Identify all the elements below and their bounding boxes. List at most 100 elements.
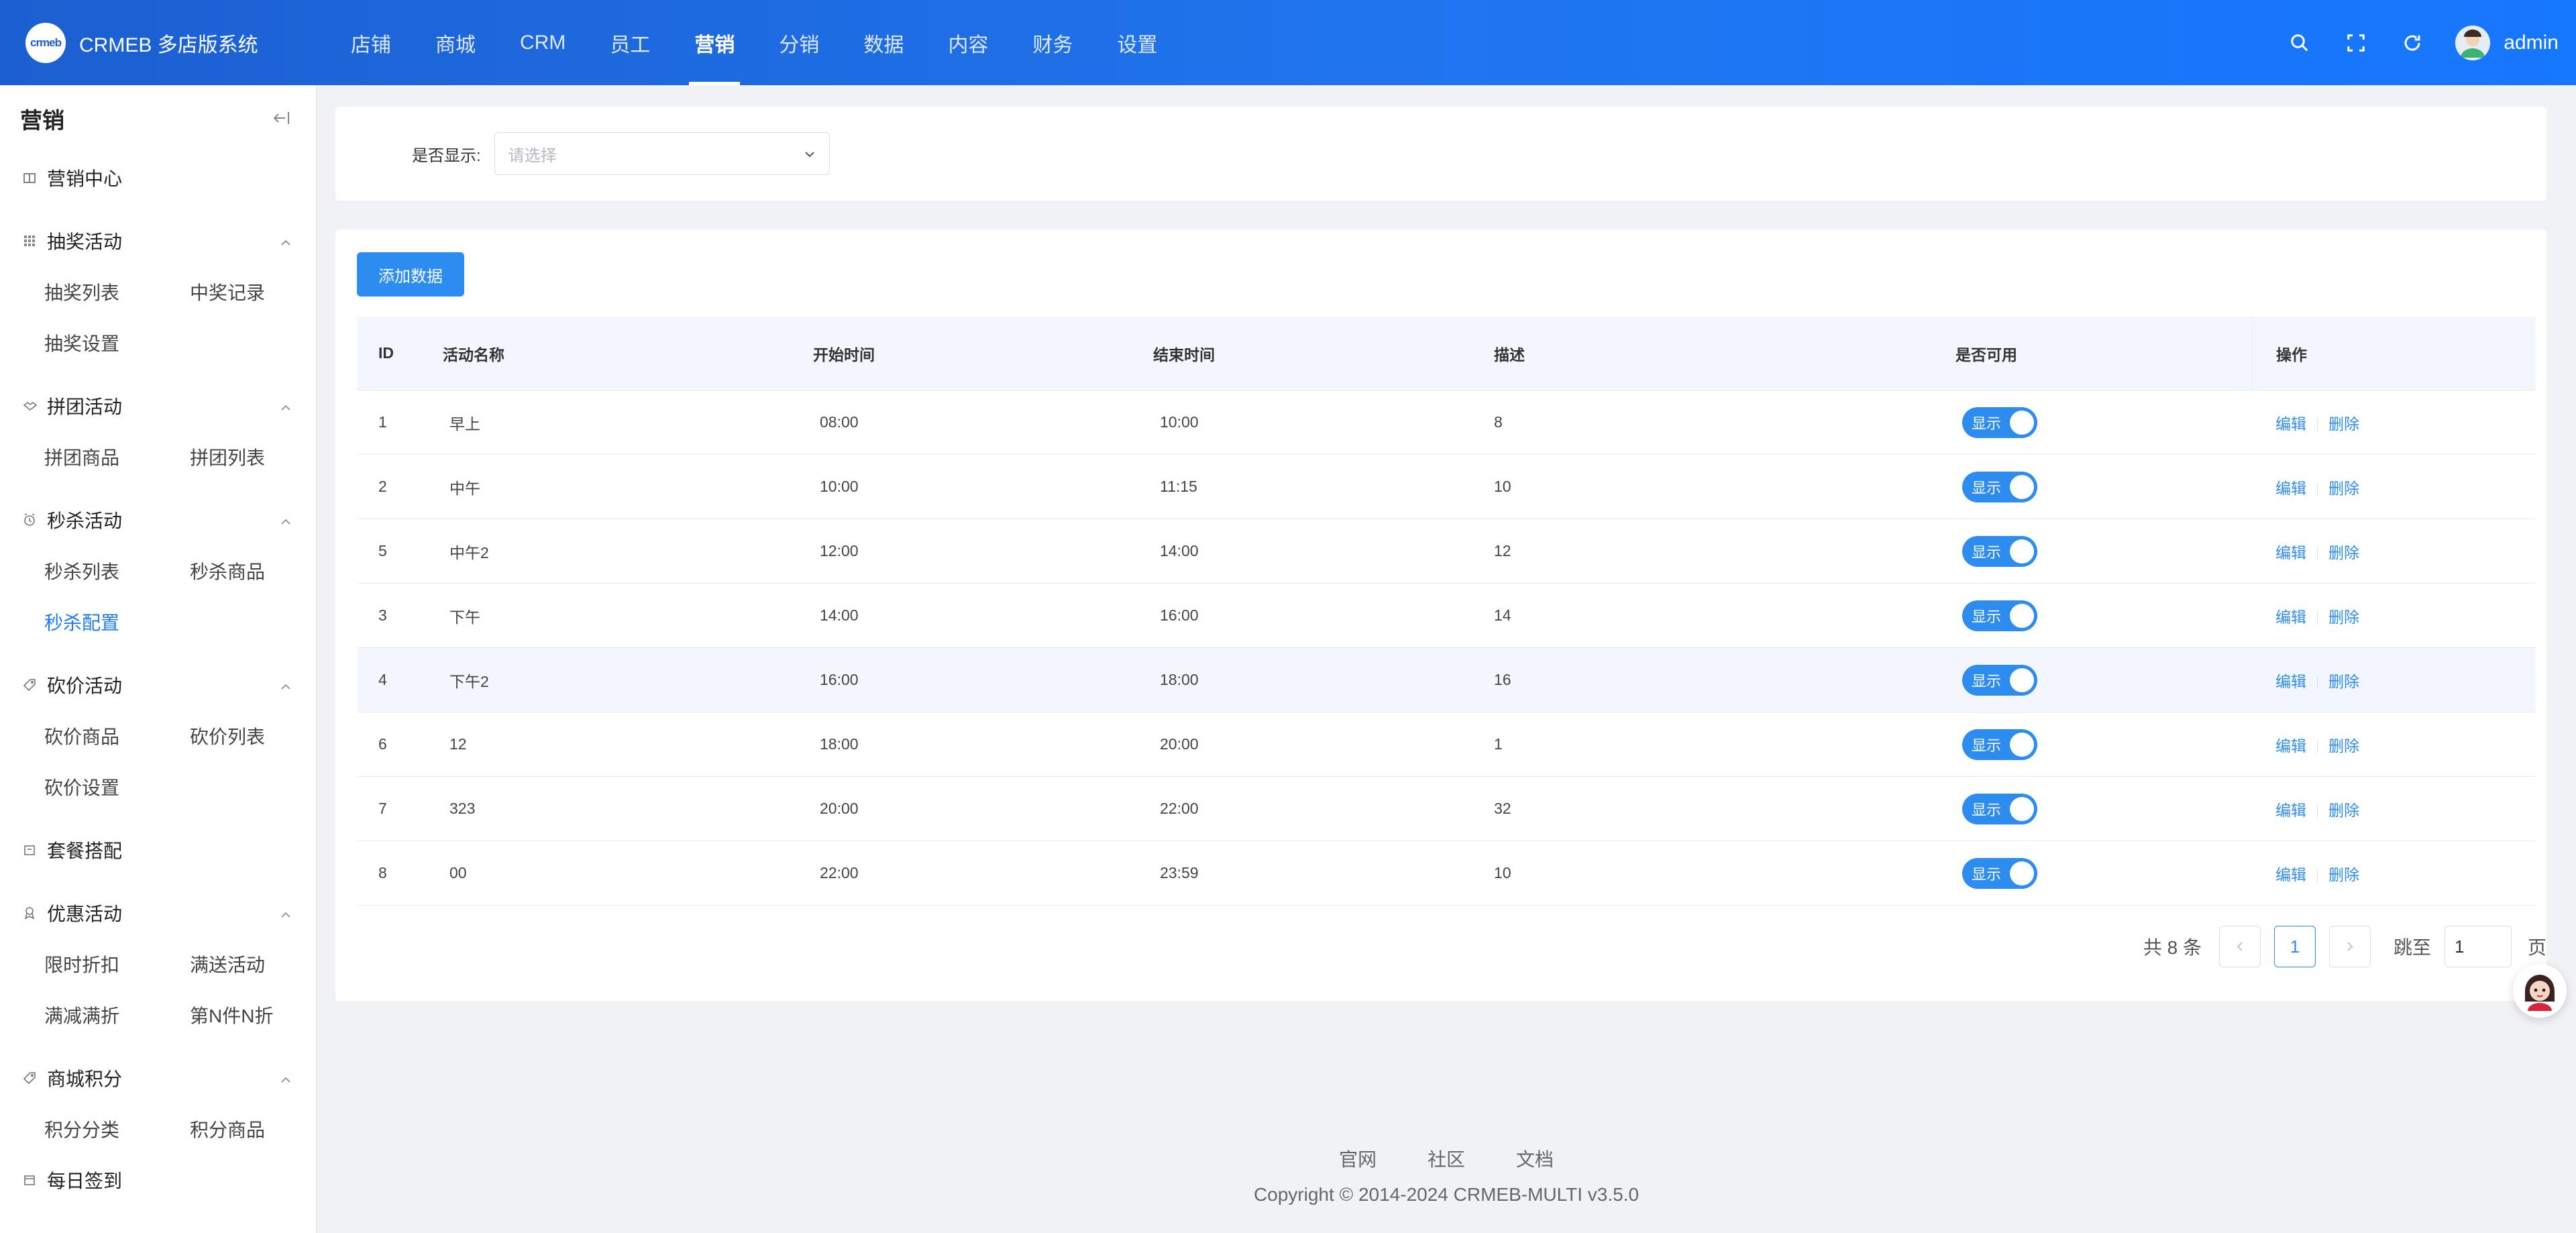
sidebar-item-limited-discount[interactable]: 限时折扣: [44, 939, 190, 989]
sidebar-group-discount[interactable]: 优惠活动: [0, 888, 316, 939]
delete-link[interactable]: 删除: [2328, 673, 2359, 690]
sidebar-item-winning-records[interactable]: 中奖记录: [190, 266, 316, 317]
sidebar-group-bargain[interactable]: 砍价活动: [0, 659, 316, 710]
sidebar-label: 秒杀活动: [47, 511, 123, 531]
sidebar-group-signin[interactable]: 每日签到: [0, 1155, 316, 1205]
collapse-sidebar-icon[interactable]: [272, 106, 290, 131]
chevron-up-icon: [280, 395, 292, 417]
sidebar-item-lottery-list[interactable]: 抽奖列表: [44, 266, 190, 317]
refresh-icon[interactable]: [2384, 15, 2440, 71]
sidebar-group-seckill[interactable]: 秒杀活动: [0, 494, 316, 545]
col-start-time: 开始时间: [813, 345, 875, 364]
edit-link[interactable]: 编辑: [2275, 480, 2306, 497]
col-id: ID: [378, 344, 394, 362]
display-toggle[interactable]: 显示: [1962, 664, 2037, 696]
sidebar-group-points[interactable]: 商城积分: [0, 1053, 316, 1104]
jump-page-input[interactable]: [2444, 926, 2512, 967]
display-toggle[interactable]: 显示: [1962, 407, 2037, 438]
prev-page-button[interactable]: [2218, 926, 2261, 967]
cell-id: 4: [378, 671, 387, 688]
sidebar-item-gift-activity[interactable]: 满送活动: [190, 939, 316, 989]
toggle-label: 显示: [1972, 608, 2002, 625]
fullscreen-icon[interactable]: [2328, 15, 2384, 71]
search-icon[interactable]: [2271, 15, 2328, 71]
cell-end: 23:59: [1160, 864, 1199, 881]
display-toggle[interactable]: 显示: [1962, 857, 2037, 889]
display-toggle[interactable]: 显示: [1962, 600, 2037, 631]
topnav-staff[interactable]: 员工: [588, 0, 672, 85]
sidebar-item-seckill-config[interactable]: 秒杀配置: [44, 596, 190, 647]
sidebar-item-full-reduction[interactable]: 满减满折: [44, 989, 190, 1040]
delete-link[interactable]: 删除: [2328, 802, 2359, 819]
sidebar-item-bargain-settings[interactable]: 砍价设置: [44, 761, 190, 812]
footer-link-docs[interactable]: 文档: [1516, 1145, 1554, 1172]
sidebar-label: 砍价活动: [47, 676, 123, 696]
topnav-mall[interactable]: 商城: [413, 0, 498, 85]
sidebar-group-group-buy[interactable]: 拼团活动: [0, 380, 316, 431]
display-toggle[interactable]: 显示: [1962, 471, 2037, 502]
brand[interactable]: crmeb CRMEB 多店版系统: [0, 22, 309, 63]
cell-end: 16:00: [1160, 606, 1199, 624]
topnav-finance[interactable]: 财务: [1010, 0, 1095, 85]
chevron-left-icon: [2237, 942, 2243, 951]
footer-link-official[interactable]: 官网: [1339, 1145, 1377, 1172]
sidebar-item-bargain-products[interactable]: 砍价商品: [44, 710, 190, 761]
sidebar-item-lottery-settings[interactable]: 抽奖设置: [44, 317, 190, 368]
edit-link[interactable]: 编辑: [2275, 866, 2306, 883]
cell-desc: 14: [1494, 606, 1511, 624]
sidebar-item-points-category[interactable]: 积分分类: [44, 1104, 190, 1155]
topnav-settings[interactable]: 设置: [1095, 0, 1179, 85]
edit-link[interactable]: 编辑: [2275, 415, 2306, 433]
delete-link[interactable]: 删除: [2328, 737, 2359, 755]
delete-link[interactable]: 删除: [2328, 866, 2359, 883]
next-page-button[interactable]: [2328, 926, 2371, 967]
topnav-content[interactable]: 内容: [926, 0, 1010, 85]
sidebar-item-group-products[interactable]: 拼团商品: [44, 431, 190, 482]
sidebar-item-seckill-list[interactable]: 秒杀列表: [44, 545, 190, 596]
delete-link[interactable]: 删除: [2328, 480, 2359, 497]
select-placeholder: 请选择: [508, 146, 557, 165]
sidebar-item-nth-discount[interactable]: 第N件N折: [190, 989, 316, 1040]
seckill-config-table: ID 活动名称 开始时间 结束时间 描述 是否可用 操作 1 早上 08:00 …: [357, 316, 2536, 906]
toggle-label: 显示: [1972, 415, 2002, 432]
edit-link[interactable]: 编辑: [2275, 544, 2306, 561]
toggle-label: 显示: [1972, 543, 2002, 561]
sidebar-item-group-list[interactable]: 拼团列表: [190, 431, 316, 482]
tag-icon: [23, 678, 40, 692]
topnav-marketing[interactable]: 营销: [672, 0, 757, 85]
assistant-avatar[interactable]: [2513, 964, 2567, 1018]
top-header: crmeb CRMEB 多店版系统 店铺 商城 CRM 员工 营销 分销 数据 …: [0, 0, 2576, 85]
display-toggle[interactable]: 显示: [1962, 793, 2037, 824]
display-status-select[interactable]: 请选择: [494, 132, 830, 175]
footer-link-community[interactable]: 社区: [1428, 1145, 1465, 1172]
add-data-button[interactable]: 添加数据: [357, 252, 464, 297]
edit-link[interactable]: 编辑: [2275, 673, 2306, 690]
cell-end: 14:00: [1160, 542, 1199, 559]
user-avatar[interactable]: [2455, 25, 2491, 60]
crmeb-logo: crmeb: [25, 22, 66, 63]
delete-link[interactable]: 删除: [2328, 544, 2359, 561]
cell-start: 12:00: [820, 542, 859, 559]
topnav-distribution[interactable]: 分销: [757, 0, 841, 85]
sidebar-item-points-products[interactable]: 积分商品: [190, 1104, 316, 1155]
topnav-crm[interactable]: CRM: [498, 0, 588, 85]
sidebar-item-marketing-center[interactable]: 营销中心: [0, 152, 316, 203]
page-number-button[interactable]: 1: [2273, 926, 2316, 967]
edit-link[interactable]: 编辑: [2275, 737, 2306, 755]
sidebar-item-seckill-products[interactable]: 秒杀商品: [190, 545, 316, 596]
sidebar-item-combo[interactable]: 套餐搭配: [0, 824, 316, 875]
sidebar-group-lottery[interactable]: 抽奖活动: [0, 215, 316, 266]
toggle-label: 显示: [1972, 737, 2002, 754]
topnav-data[interactable]: 数据: [841, 0, 926, 85]
display-toggle[interactable]: 显示: [1962, 535, 2037, 567]
user-name[interactable]: admin: [2504, 32, 2559, 54]
display-toggle[interactable]: 显示: [1962, 729, 2037, 760]
delete-link[interactable]: 删除: [2328, 608, 2359, 626]
edit-link[interactable]: 编辑: [2275, 608, 2306, 626]
sidebar-item-bargain-list[interactable]: 砍价列表: [190, 710, 316, 761]
edit-link[interactable]: 编辑: [2275, 802, 2306, 819]
topnav-store[interactable]: 店铺: [329, 0, 413, 85]
page-suffix: 页: [2527, 937, 2546, 958]
cell-end: 20:00: [1160, 735, 1199, 753]
delete-link[interactable]: 删除: [2328, 415, 2359, 433]
